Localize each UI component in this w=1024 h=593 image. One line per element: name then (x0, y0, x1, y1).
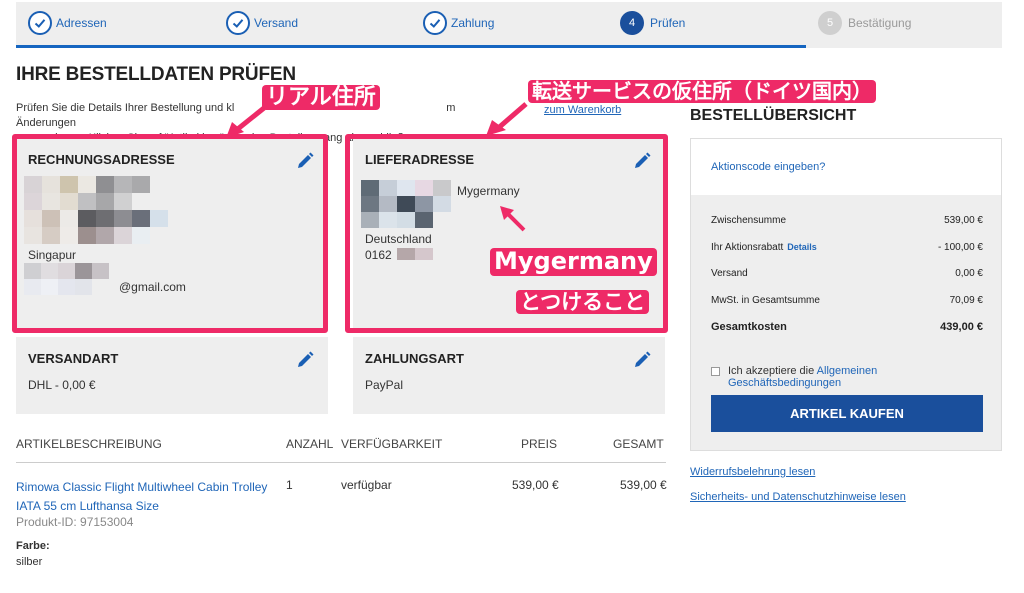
row-value: 70,09 € (949, 295, 983, 306)
summary-row: Versand 0,00 € (711, 268, 983, 279)
row-label: Versand (711, 268, 748, 279)
step-pruefen: 4 Prüfen (620, 11, 685, 35)
row-label: Ihr Aktionsrabatt (711, 242, 784, 253)
summary-total-row: Gesamtkosten 439,00 € (711, 321, 983, 333)
total-label: Gesamtkosten (711, 321, 787, 333)
product-link[interactable]: Rimowa Classic Flight Multiwheel Cabin T… (16, 478, 276, 516)
payment-value: PayPal (365, 378, 404, 392)
col-availability: VERFÜGBARKEIT (341, 437, 443, 451)
payment-box: ZAHLUNGSART PayPal (353, 337, 665, 414)
product-availability: verfügbar (341, 478, 392, 492)
shipping-method-heading: VERSANDART (28, 351, 119, 366)
annotation-mygermany: Mygermany (490, 247, 657, 276)
step-label: Prüfen (650, 16, 686, 30)
page-title: IHRE BESTELLDATEN PRÜFEN (16, 64, 296, 85)
revocation-link[interactable]: Widerrufsbelehrung lesen (690, 466, 815, 478)
check-icon (28, 11, 52, 35)
col-total: GESAMT (613, 437, 664, 451)
back-to-cart-link[interactable]: zum Warenkorb (544, 104, 621, 116)
terms-link[interactable]: Allgemeinen (817, 365, 878, 377)
summary-row: MwSt. in Gesamtsumme 70,09 € (711, 295, 983, 306)
step-label: Bestätigung (848, 16, 912, 30)
arrow-icon (226, 106, 266, 138)
check-icon (423, 11, 447, 35)
stepper-progress-bar (16, 45, 806, 48)
row-label: MwSt. in Gesamtsumme (711, 295, 820, 306)
row-value: 0,00 € (955, 268, 983, 279)
summary-row: Zwischensumme 539,00 € (711, 215, 983, 226)
checkout-stepper: Adressen Versand Zahlung 4 Prüfen 5 Best… (16, 2, 1002, 48)
total-value: 439,00 € (940, 321, 983, 333)
arrow-icon (486, 102, 528, 136)
shipping-method-value: DHL - 0,00 € (28, 378, 96, 392)
check-icon (226, 11, 250, 35)
row-value: - 100,00 € (937, 242, 983, 253)
promo-code-link[interactable]: Aktionscode eingeben? (711, 161, 825, 173)
payment-heading: ZAHLUNGSART (365, 351, 464, 366)
product-id: Produkt-ID: 97153004 (16, 515, 134, 529)
step-number: 4 (620, 11, 644, 35)
annotation-attach-note: とつけること (516, 290, 650, 315)
summary-title: BESTELLÜBERSICHT (690, 107, 857, 124)
intro-line1: Prüfen Sie die Details Ihrer Bestellung … (16, 102, 235, 114)
product-price: 539,00 € (512, 478, 559, 492)
step-zahlung[interactable]: Zahlung (423, 11, 494, 35)
terms-checkbox[interactable] (711, 367, 720, 376)
color-value: silber (16, 556, 43, 568)
step-label: Adressen (56, 16, 107, 30)
terms-link-2[interactable]: Geschäftsbedingungen (728, 377, 841, 389)
step-label: Zahlung (451, 16, 495, 30)
col-price: PREIS (521, 437, 558, 451)
terms-prefix: Ich akzeptiere die (728, 365, 817, 377)
row-value: 539,00 € (944, 215, 983, 226)
step-versand[interactable]: Versand (226, 11, 298, 35)
shipping-method-box: VERSANDART DHL - 0,00 € (16, 337, 328, 414)
terms-acceptance: Ich akzeptiere die Allgemeinen Geschäfts… (711, 365, 877, 389)
col-quantity: ANZAHL (286, 437, 334, 451)
product-total: 539,00 € (620, 478, 667, 492)
privacy-link[interactable]: Sicherheits- und Datenschutzhinweise les… (690, 491, 906, 503)
table-divider (16, 462, 666, 463)
pencil-icon[interactable] (296, 351, 314, 369)
highlight-billing (12, 134, 328, 333)
terms-text: Ich akzeptiere die Allgemeinen Geschäfts… (728, 365, 877, 389)
product-quantity: 1 (286, 478, 293, 492)
step-adressen[interactable]: Adressen (28, 11, 107, 35)
arrow-icon (500, 206, 526, 232)
annotation-real-address: リアル住所 (262, 85, 380, 111)
pencil-icon[interactable] (633, 351, 651, 369)
annotation-forwarding-address: 転送サービスの仮住所（ドイツ国内） (528, 80, 876, 103)
summary-row: Ihr Aktionsrabatt Details - 100,00 € (711, 242, 983, 253)
buy-button[interactable]: ARTIKEL KAUFEN (711, 395, 983, 432)
color-label: Farbe: (16, 540, 50, 552)
step-bestaetigung: 5 Bestätigung (818, 11, 911, 35)
discount-details-link[interactable]: Details (787, 242, 817, 252)
order-summary: Aktionscode eingeben? Zwischensumme 539,… (690, 138, 1002, 451)
col-description: ARTIKELBESCHREIBUNG (16, 437, 162, 451)
step-number: 5 (818, 11, 842, 35)
step-label: Versand (254, 16, 299, 30)
row-label: Zwischensumme (711, 215, 787, 226)
